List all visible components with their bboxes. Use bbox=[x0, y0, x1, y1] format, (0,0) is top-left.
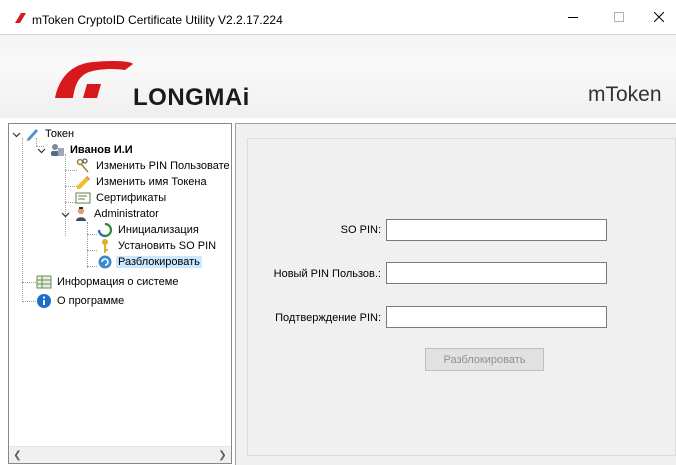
title-bar: mToken CryptoID Certificate Utility V2.2… bbox=[0, 0, 676, 34]
new-user-pin-label: Новый PIN Пользов.: bbox=[273, 268, 381, 280]
horizontal-scrollbar[interactable]: ❮ ❯ bbox=[9, 446, 231, 463]
minimize-icon bbox=[568, 17, 578, 18]
key-icon bbox=[102, 239, 108, 253]
chevron-down-icon[interactable] bbox=[37, 146, 46, 155]
keys-icon bbox=[76, 158, 89, 173]
maximize-button[interactable] bbox=[596, 0, 642, 34]
tree-item-initialization[interactable]: Инициализация bbox=[97, 222, 201, 238]
unlock-form-panel bbox=[247, 138, 676, 456]
refresh-icon bbox=[97, 222, 113, 238]
tree-item-change-user-pin[interactable]: Изменить PIN Пользовате bbox=[75, 158, 231, 174]
confirm-pin-input[interactable] bbox=[386, 306, 607, 328]
longmai-logo-icon bbox=[55, 60, 133, 98]
close-icon bbox=[654, 12, 664, 22]
info-icon bbox=[37, 294, 51, 308]
pen-icon bbox=[26, 129, 38, 141]
tree-item-rename-token[interactable]: Изменить имя Токена bbox=[75, 174, 209, 190]
scroll-left-icon[interactable]: ❮ bbox=[9, 447, 26, 463]
tree-item-administrator[interactable]: Administrator bbox=[61, 206, 161, 222]
tree-item-set-so-pin[interactable]: Установить SO PIN bbox=[97, 238, 218, 254]
tree-item-user[interactable]: Иванов И.И bbox=[37, 142, 135, 158]
table-icon bbox=[36, 275, 52, 289]
product-logo-text: mToken bbox=[588, 83, 662, 106]
tree-item-system-info[interactable]: Информация о системе bbox=[36, 274, 180, 290]
pencil-icon bbox=[77, 176, 90, 189]
unlock-button[interactable]: Разблокировать bbox=[425, 348, 544, 371]
minimize-button[interactable] bbox=[550, 0, 596, 34]
chevron-down-icon[interactable] bbox=[12, 130, 21, 139]
user-token-icon bbox=[51, 144, 64, 156]
tree-item-certificates[interactable]: Сертификаты bbox=[75, 190, 168, 206]
tree-item-about[interactable]: О программе bbox=[36, 293, 126, 309]
close-button[interactable] bbox=[642, 0, 676, 34]
header-banner: LONGMAi mToken bbox=[0, 34, 676, 118]
navigation-tree[interactable]: Токен Иванов И.И Изменить PIN Пользовате… bbox=[8, 123, 232, 464]
tree-item-unlock[interactable]: Разблокировать bbox=[97, 254, 202, 270]
unlock-icon bbox=[98, 255, 112, 269]
admin-icon bbox=[76, 207, 86, 221]
tree-item-token[interactable]: Токен bbox=[12, 126, 76, 142]
maximize-icon bbox=[614, 12, 624, 22]
so-pin-label: SO PIN: bbox=[340, 224, 381, 236]
confirm-pin-label: Подтверждение PIN: bbox=[275, 312, 381, 324]
certificate-icon bbox=[75, 192, 91, 204]
app-icon bbox=[15, 13, 26, 23]
brand-logo-text: LONGMAi bbox=[133, 84, 250, 111]
new-user-pin-input[interactable] bbox=[386, 262, 607, 284]
window-title: mToken CryptoID Certificate Utility V2.2… bbox=[32, 13, 283, 27]
scroll-right-icon[interactable]: ❯ bbox=[214, 447, 231, 463]
chevron-down-icon[interactable] bbox=[61, 210, 70, 219]
so-pin-input[interactable] bbox=[386, 219, 607, 241]
